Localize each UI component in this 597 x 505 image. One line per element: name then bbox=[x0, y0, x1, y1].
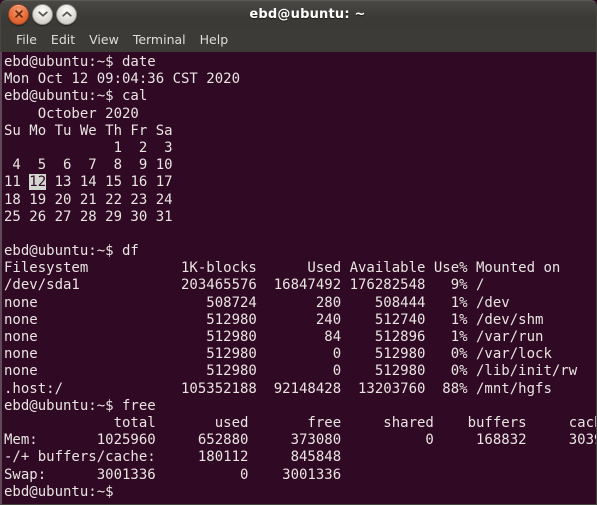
close-icon bbox=[14, 10, 23, 18]
terminal-line: 11 12 13 14 15 16 17 bbox=[4, 174, 596, 191]
terminal-line: 4 5 6 7 8 9 10 bbox=[4, 157, 173, 174]
menu-item-terminal[interactable]: Terminal bbox=[126, 30, 193, 49]
menu-item-view[interactable]: View bbox=[82, 30, 126, 49]
terminal-line: Swap: 3001336 0 3001336 bbox=[4, 466, 342, 483]
terminal-line: 18 19 20 21 22 23 24 bbox=[4, 191, 173, 208]
terminal-line: 1 2 3 bbox=[4, 139, 173, 156]
menu-item-file[interactable]: File bbox=[9, 30, 44, 49]
window-titlebar[interactable]: ebd@ubuntu: ~ bbox=[0, 0, 597, 27]
terminal-line: Su Mo Tu We Th Fr Sa bbox=[4, 122, 173, 139]
terminal-line: October 2020 bbox=[4, 105, 139, 122]
terminal-line: /dev/sda1 203465576 16847492 176282548 9… bbox=[4, 277, 485, 294]
terminal-line: Filesystem 1K-blocks Used Available Use%… bbox=[4, 260, 561, 277]
terminal-line: total used free shared buffers cached bbox=[4, 414, 597, 431]
terminal-line: none 512980 84 512896 1% /var/run bbox=[4, 329, 544, 345]
terminal-line: ebd@ubuntu:~$ cal bbox=[4, 88, 148, 105]
terminal-line: none 512980 240 512740 1% /dev/shm bbox=[4, 311, 544, 328]
terminal-line: ebd@ubuntu:~$ df bbox=[4, 243, 139, 260]
minimize-button[interactable] bbox=[32, 3, 53, 25]
chevron-down-icon bbox=[37, 11, 48, 17]
terminal-screen[interactable]: ebd@ubuntu:~$ date Mon Oct 12 09:04:36 CS… bbox=[4, 54, 597, 501]
close-button[interactable] bbox=[8, 3, 29, 25]
terminal-line: none 512980 0 512980 0% /var/lock bbox=[4, 346, 552, 363]
menu-item-edit[interactable]: Edit bbox=[44, 30, 82, 49]
terminal-line: 25 26 27 28 29 30 31 bbox=[4, 208, 173, 225]
menu-bar: File Edit View Terminal Help bbox=[0, 27, 597, 52]
terminal-window: ebd@ubuntu: ~ File Edit View Terminal He… bbox=[0, 0, 597, 505]
terminal-line: Mem: 1025960 652880 373080 0 168832 3039… bbox=[4, 432, 597, 449]
terminal-text: 11 bbox=[4, 174, 30, 191]
terminal-line: none 512980 0 512980 0% /lib/init/rw bbox=[4, 363, 578, 380]
menu-item-help[interactable]: Help bbox=[193, 30, 236, 49]
terminal-line: ebd@ubuntu:~$ free bbox=[4, 397, 156, 414]
terminal-line: none 508724 280 508444 1% /dev bbox=[4, 294, 510, 311]
terminal-line: .host:/ 105352188 92148428 13203760 88% … bbox=[4, 380, 552, 397]
terminal-line: -/+ buffers/cache: 180112 845848 bbox=[4, 449, 342, 466]
window-controls bbox=[8, 3, 77, 25]
terminal-line: ebd@ubuntu:~$ date bbox=[4, 54, 156, 70]
terminal-line: Mon Oct 12 09:04:36 CST 2020 bbox=[4, 71, 241, 88]
chevron-up-icon bbox=[61, 11, 72, 17]
terminal-text: 13 14 15 16 17 bbox=[46, 174, 173, 191]
maximize-button[interactable] bbox=[56, 3, 77, 25]
terminal-area[interactable]: ebd@ubuntu:~$ date Mon Oct 12 09:04:36 CS… bbox=[0, 52, 597, 505]
terminal-line: ebd@ubuntu:~$ bbox=[4, 483, 114, 500]
window-title: ebd@ubuntu: ~ bbox=[249, 6, 366, 22]
calendar-today-highlight: 12 bbox=[29, 174, 47, 191]
